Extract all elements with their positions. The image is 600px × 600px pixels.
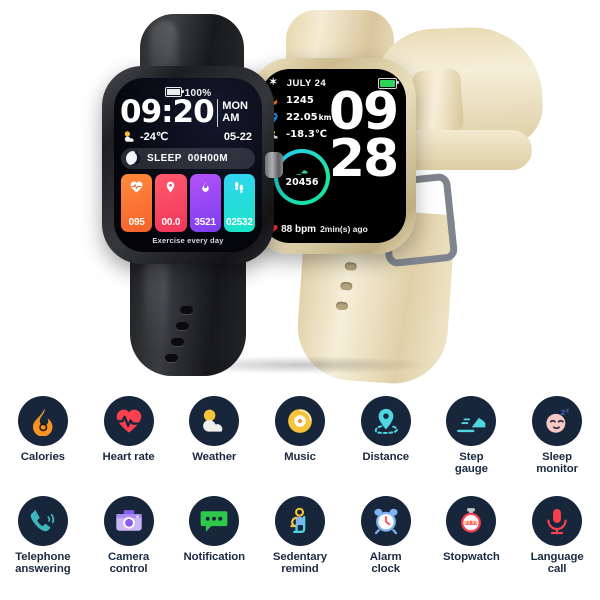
product-ground-shadow: [110, 352, 490, 378]
feature-step-gauge[interactable]: Step gauge: [429, 396, 515, 496]
beige-strap-lower: [396, 130, 532, 170]
microphone-icon: [532, 496, 583, 546]
steps-ring-value: 20456: [285, 176, 319, 188]
temperature-metric-value: -18.3℃: [286, 129, 327, 140]
calories-tile-value: 3521: [194, 217, 216, 228]
feature-language-call[interactable]: Language call: [514, 496, 600, 596]
feature-label: Heart rate: [102, 451, 155, 463]
feature-label: Distance: [362, 451, 409, 463]
feature-row-2: Telephone answering Camera control Notif…: [0, 496, 600, 596]
feature-label: Music: [284, 451, 316, 463]
beige-date-label: JULY 24: [286, 77, 327, 89]
feature-label: Calories: [20, 451, 65, 463]
black-date: 05-22: [223, 130, 252, 143]
heart-rate-tile[interactable]: 095: [121, 174, 153, 232]
black-sleep-label: SLEEP: [147, 153, 182, 164]
feature-sedentary-remind[interactable]: Sedentary remind: [257, 496, 343, 596]
feature-music[interactable]: Music: [257, 396, 343, 496]
steps-tile-value: 02532: [225, 217, 253, 228]
black-clock-row: 09:20 MON AM: [120, 97, 258, 128]
vinyl-record-icon: [274, 396, 325, 446]
sitting-person-icon: [274, 496, 325, 546]
black-weekday: MON: [222, 99, 248, 112]
black-watch-screen[interactable]: 100% 09:20 MON AM -24℃ 05-22 z SLEEP 00H…: [114, 78, 262, 252]
feature-camera-control[interactable]: Camera control: [86, 496, 172, 596]
black-sleep-value: 00H00M: [187, 153, 228, 164]
black-footer-text: Exercise every day: [152, 236, 224, 245]
camera-icon: [103, 496, 154, 546]
black-time-value: 09:20: [120, 94, 215, 130]
shoe-icon: [296, 167, 308, 176]
feature-notification[interactable]: Notification: [171, 496, 257, 596]
black-smartwatch: 100% 09:20 MON AM -24℃ 05-22 z SLEEP 00H…: [88, 14, 288, 376]
black-meridiem: AM: [222, 111, 240, 124]
feature-stopwatch[interactable]: 00:00 Stopwatch: [429, 496, 515, 596]
phone-ringing-icon: [17, 496, 68, 546]
calories-metric-value: 1245: [286, 95, 314, 106]
feature-label: Telephone answering: [15, 551, 71, 576]
feature-sleep-monitor[interactable]: zz Sleep monitor: [514, 396, 600, 496]
black-weather-row: -24℃ 05-22: [122, 130, 256, 143]
product-page: ✶ JULY 24 1245 22.05 km -18.3℃ 20456 09 …: [0, 0, 600, 600]
feature-label: Language call: [530, 551, 584, 576]
heart-pulse-icon: [129, 180, 144, 193]
black-day-meridiem: MON AM: [222, 99, 248, 124]
feature-label: Stopwatch: [443, 551, 500, 563]
shoe-icon: [446, 396, 497, 446]
feature-distance[interactable]: Distance: [343, 396, 429, 496]
feature-label: Alarm clock: [369, 551, 402, 576]
sun-cloud-icon: [122, 130, 138, 143]
feature-row-1: Calories Heart rate Weather Music Distan…: [0, 396, 600, 496]
feature-heart-rate[interactable]: Heart rate: [86, 396, 172, 496]
beige-smartwatch: ✶ JULY 24 1245 22.05 km -18.3℃ 20456 09 …: [242, 10, 545, 388]
feature-calories[interactable]: Calories: [0, 396, 86, 496]
feature-label: Weather: [192, 451, 237, 463]
black-watch-case: 100% 09:20 MON AM -24℃ 05-22 z SLEEP 00H…: [102, 66, 283, 264]
moon-zz-icon: z: [126, 150, 141, 166]
flame-icon: [199, 180, 212, 194]
feature-weather[interactable]: Weather: [171, 396, 257, 496]
feature-grid: Calories Heart rate Weather Music Distan…: [0, 396, 600, 600]
feature-label: Sedentary remind: [272, 551, 328, 576]
product-photo-area: ✶ JULY 24 1245 22.05 km -18.3℃ 20456 09 …: [0, 0, 600, 390]
stopwatch-icon: 00:00: [446, 496, 497, 546]
alarm-clock-icon: [360, 496, 411, 546]
distance-tile-value: 00.0: [161, 217, 181, 228]
sun-cloud-icon: [189, 396, 240, 446]
heart-rate-timestamp: 2min(s) ago: [320, 224, 368, 234]
heart-pulse-icon: [103, 396, 154, 446]
clock-divider: [216, 98, 219, 127]
beige-strap-keeper: [411, 68, 465, 134]
flame-icon: [17, 396, 68, 446]
svg-text:z: z: [566, 406, 570, 414]
sleeping-face-icon: zz: [532, 396, 583, 446]
feature-label: Step gauge: [454, 451, 488, 476]
feature-alarm-clock[interactable]: Alarm clock: [343, 496, 429, 596]
feature-label: Sleep monitor: [536, 451, 578, 476]
black-temperature: -24℃: [140, 131, 169, 143]
location-pin-icon: [360, 396, 411, 446]
feature-label: Notification: [183, 551, 246, 563]
distance-tile[interactable]: 00.0: [155, 174, 187, 232]
beige-minutes: 28: [328, 128, 399, 189]
feature-label: Camera control: [107, 551, 150, 576]
calories-tile[interactable]: 3521: [189, 174, 221, 232]
heart-rate-tile-value: 095: [128, 217, 145, 228]
beige-big-clock: 09 28: [326, 86, 400, 189]
steps-tile[interactable]: 02532: [223, 174, 255, 232]
svg-text:00:00: 00:00: [465, 520, 478, 525]
footsteps-icon: [232, 180, 246, 194]
black-crown-button[interactable]: [265, 152, 283, 178]
message-bubble-icon: [189, 496, 240, 546]
distance-metric-value: 22.05: [286, 112, 318, 123]
feature-telephone-answering[interactable]: Telephone answering: [0, 496, 86, 596]
location-pin-icon: [164, 180, 177, 194]
black-sleep-bar[interactable]: z SLEEP 00H00M: [121, 148, 255, 169]
black-metric-tiles: 095 00.0 3521 02532: [121, 174, 255, 232]
